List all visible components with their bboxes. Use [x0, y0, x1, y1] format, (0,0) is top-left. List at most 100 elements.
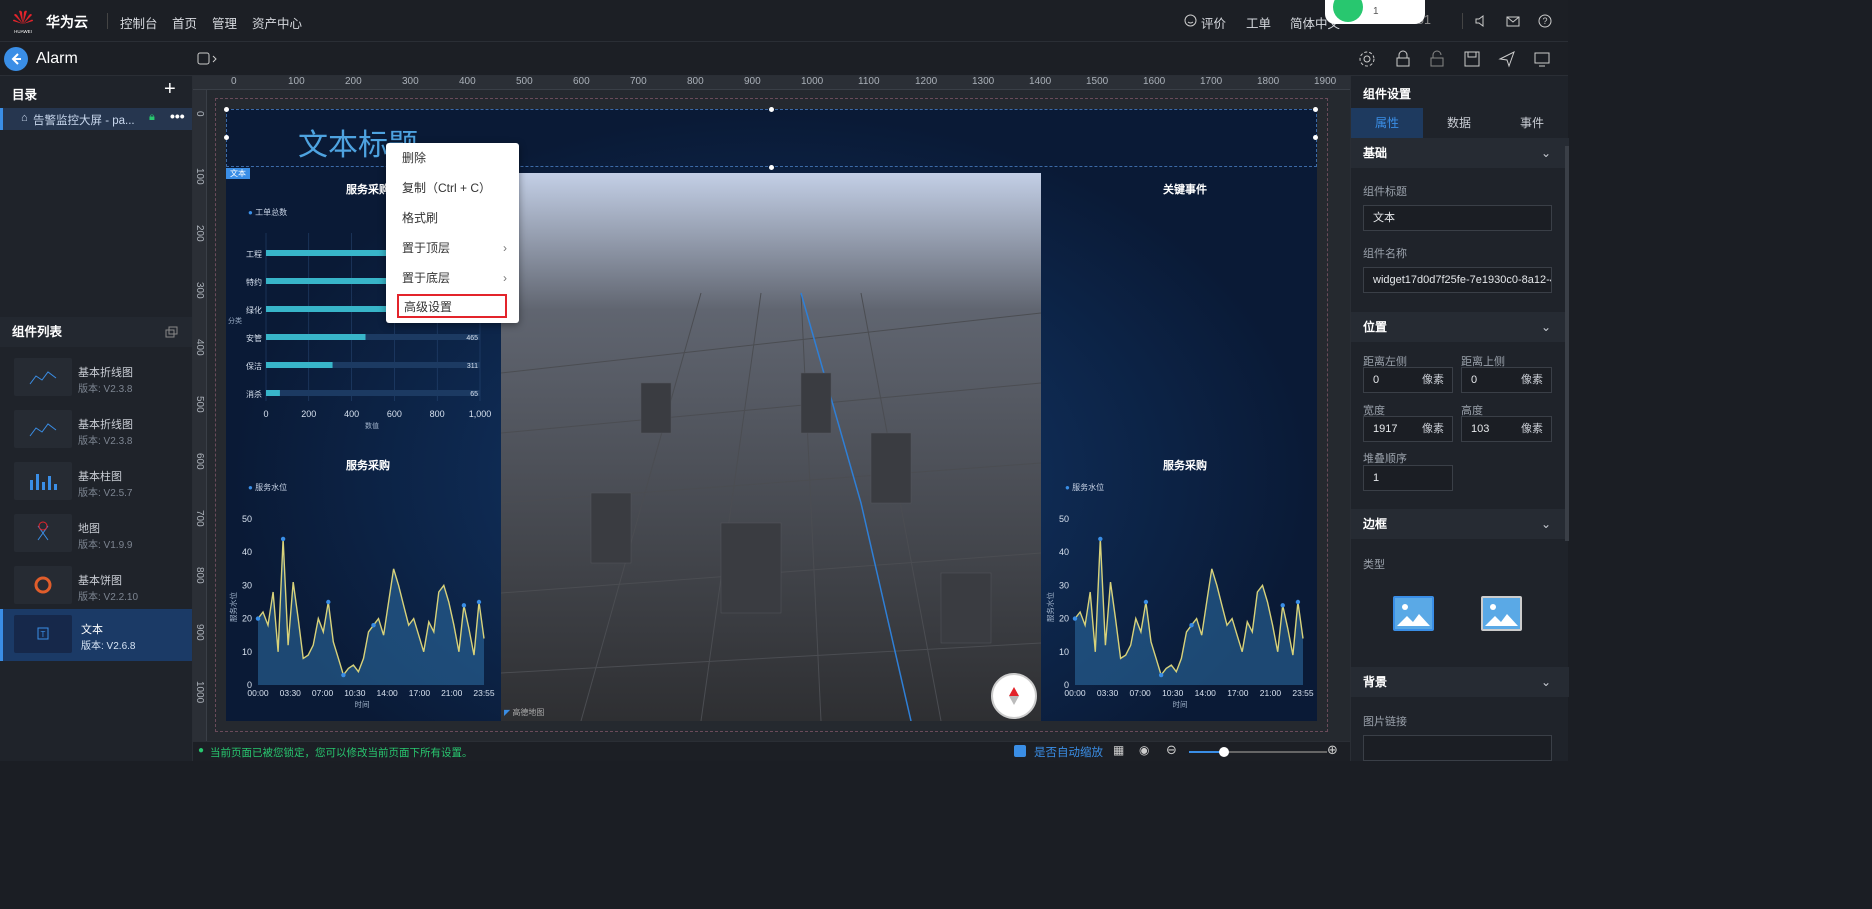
tab-properties[interactable]: 属性: [1351, 108, 1423, 138]
city-map[interactable]: ◤ 高德地图: [501, 173, 1041, 721]
collapse-icon[interactable]: [165, 326, 178, 338]
x-tick-label: 10:30: [1162, 688, 1184, 698]
text-icon: T: [14, 615, 72, 653]
ticket-link[interactable]: 工单: [1246, 13, 1271, 32]
ruler-x-label: 500: [516, 76, 533, 87]
component-title-input[interactable]: 文本: [1363, 205, 1552, 231]
data-point: [1280, 603, 1285, 608]
speaker-icon[interactable]: [1474, 14, 1488, 28]
chart-title: 服务采购: [346, 460, 390, 472]
chevron-right-icon: ›: [503, 271, 507, 285]
y-tick-label: 30: [242, 580, 252, 590]
ruler-x-label: 1700: [1200, 76, 1223, 87]
nav-assets[interactable]: 资产中心: [252, 13, 302, 32]
save-icon[interactable]: [1463, 50, 1481, 68]
section-border[interactable]: 边框 ⌄: [1351, 509, 1569, 539]
z-index-input[interactable]: 1: [1363, 465, 1453, 491]
horizontal-ruler: 0 100 200 300 400 500 600 700 800 900 1000 1100 1200…: [193, 76, 1350, 90]
settings-title: 组件设置: [1363, 87, 1412, 101]
menu-format-painter[interactable]: 格式刷: [386, 203, 519, 233]
area-chart: 0102030405000:00 03:30 07:00 10:30 14:00 17:0…: [228, 514, 495, 709]
left-offset-input[interactable]: 0 像素: [1363, 367, 1453, 393]
settings-gear-icon[interactable]: [1358, 50, 1376, 68]
component-name-input[interactable]: widget17d0d7f25fe-7e1930c0-8a12-4e7: [1363, 267, 1552, 293]
zoom-slider[interactable]: [1189, 747, 1327, 757]
area-chart-panel-right[interactable]: 服务采购 ● 服务水位 0 10 20 30 40 50 00:00 03:30 07:00 10…: [1043, 449, 1317, 721]
ruler-y-label: 400: [194, 339, 205, 356]
component-item[interactable]: 基本折线图 版本: V2.3.8: [0, 352, 192, 404]
auto-zoom-checkbox[interactable]: [1014, 745, 1026, 757]
x-axis-label: 时间: [355, 699, 370, 709]
nav-manage[interactable]: 管理: [212, 13, 237, 32]
field-label: 组件标题: [1363, 186, 1407, 198]
compass-icon[interactable]: [991, 673, 1037, 719]
menu-delete[interactable]: 删除: [386, 143, 519, 173]
section-basic[interactable]: 基础 ⌄: [1351, 138, 1569, 168]
mail-icon[interactable]: [1506, 14, 1520, 28]
component-item-selected[interactable]: T 文本 版本: V2.6.8: [0, 609, 192, 661]
width-input[interactable]: 1917 像素: [1363, 416, 1453, 442]
component-name: 地图: [78, 523, 100, 535]
lock-icon[interactable]: 🔒︎: [149, 111, 155, 124]
tab-data[interactable]: 数据: [1423, 108, 1495, 138]
field-label: 图片链接: [1363, 716, 1407, 728]
ruler-x-label: 100: [288, 76, 305, 87]
border-type-option-image-icon[interactable]: [1393, 596, 1434, 631]
feedback-link[interactable]: 评价: [1201, 13, 1226, 32]
back-arrow-icon[interactable]: [4, 47, 28, 71]
unlock-icon[interactable]: [1428, 50, 1446, 68]
right-panel: 组件设置 属性 数据 事件 基础 ⌄ 组件标题 文本 组件名称 widget17d…: [1350, 76, 1569, 761]
x-tick-label: 0: [263, 409, 268, 419]
tab-events[interactable]: 事件: [1495, 108, 1569, 138]
component-item[interactable]: 地图 版本: V1.9.9: [0, 508, 192, 560]
data-point: [371, 623, 376, 628]
preview-icon[interactable]: [1533, 50, 1551, 68]
zoom-out-icon[interactable]: ⊖: [1166, 742, 1177, 758]
component-item[interactable]: 基本饼图 版本: V2.2.10: [0, 560, 192, 612]
ruler-y-label: 0: [194, 111, 205, 117]
ruler-y-label: 300: [194, 282, 205, 299]
border-type-option-image-icon[interactable]: [1481, 596, 1522, 631]
height-input[interactable]: 103 像素: [1461, 416, 1552, 442]
section-background[interactable]: 背景 ⌄: [1351, 667, 1569, 697]
help-icon[interactable]: ?: [1538, 14, 1552, 28]
bar: [266, 306, 395, 312]
y-tick-label: 30: [1059, 580, 1069, 590]
data-point: [461, 603, 467, 608]
bar-chart-icon: [14, 462, 72, 500]
area-chart-panel-left[interactable]: 服务采购 ● 服务水位 0 10 20 30 40 50 00:00 03:30 07:00 10…: [226, 449, 498, 721]
nav-home[interactable]: 首页: [172, 13, 197, 32]
y-axis-label: 服务水位: [1045, 592, 1055, 622]
nav-console[interactable]: 控制台: [120, 13, 158, 32]
menu-advanced-settings[interactable]: 高级设置: [397, 294, 507, 318]
publish-icon[interactable]: [1498, 50, 1516, 68]
more-icon[interactable]: •••: [170, 108, 185, 124]
grid-icon[interactable]: ▦: [1113, 743, 1124, 757]
huawei-logo-icon[interactable]: HUAWEI: [12, 8, 34, 34]
layer-toggle-icon[interactable]: [197, 52, 219, 66]
menu-copy[interactable]: 复制（Ctrl + C）: [386, 173, 519, 203]
y-tick-label: 50: [1059, 514, 1069, 524]
menu-bring-to-front[interactable]: 置于顶层 ›: [386, 233, 519, 263]
page-item[interactable]: ⌂ 告警监控大屏 - pa... 🔒︎ •••: [0, 108, 192, 130]
lock-icon[interactable]: [1394, 50, 1412, 68]
component-item[interactable]: 基本折线图 版本: V2.3.8: [0, 404, 192, 456]
scrollbar[interactable]: [1565, 146, 1569, 541]
chevron-down-icon: ⌄: [1540, 675, 1551, 689]
zoom-in-icon[interactable]: ⊕: [1327, 742, 1338, 758]
ruler-y-label: 1000: [194, 681, 205, 704]
image-link-input[interactable]: [1363, 735, 1552, 761]
component-item[interactable]: 基本柱图 版本: V2.5.7: [0, 456, 192, 508]
section-position[interactable]: 位置 ⌄: [1351, 312, 1569, 342]
top-offset-input[interactable]: 0 像素: [1461, 367, 1552, 393]
canvas-area[interactable]: 0 100 200 300 400 500 600 700 800 900 1000 1100 1200…: [193, 76, 1350, 741]
zoom-slider-handle[interactable]: [1218, 747, 1229, 757]
x-tick-label: 07:00: [312, 688, 334, 698]
ruler-x-label: 1200: [915, 76, 938, 87]
x-tick-label: 23:55: [1292, 688, 1314, 698]
menu-send-to-back[interactable]: 置于底层 ›: [386, 263, 519, 293]
brand-name[interactable]: 华为云: [46, 12, 88, 32]
add-page-icon[interactable]: +: [164, 78, 176, 101]
eye-icon[interactable]: ◉: [1139, 743, 1149, 757]
chart-title: 服务采购: [1163, 460, 1207, 472]
